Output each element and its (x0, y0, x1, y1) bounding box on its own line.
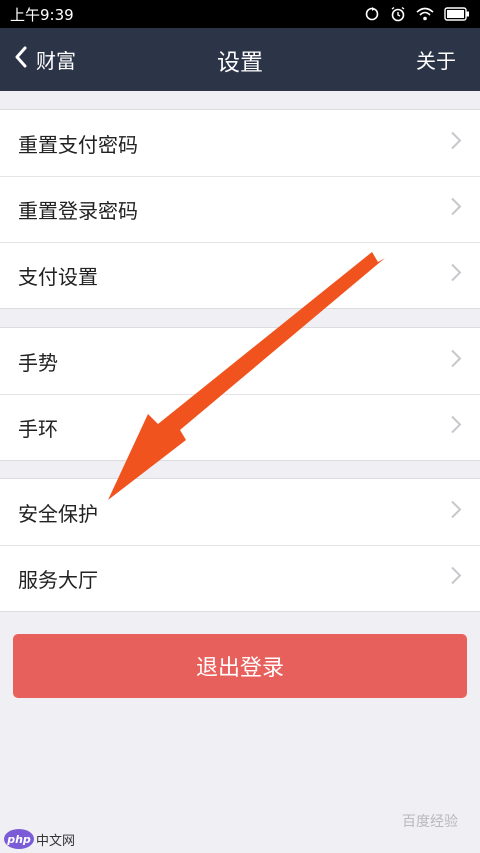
list-item[interactable]: 手环 (0, 394, 480, 460)
list-item[interactable]: 重置登录密码 (0, 176, 480, 242)
chevron-right-icon (450, 263, 462, 288)
chevron-left-icon (14, 46, 28, 73)
settings-group-security: 安全保护 服务大厅 (0, 478, 480, 612)
status-time: 上午9:39 (10, 5, 74, 24)
chevron-right-icon (450, 415, 462, 440)
chevron-right-icon (450, 566, 462, 591)
settings-group-account: 重置支付密码 重置登录密码 支付设置 (0, 109, 480, 309)
chevron-right-icon (450, 197, 462, 222)
nav-bar: 财富 设置 关于 (0, 28, 480, 91)
list-item[interactable]: 手势 (0, 328, 480, 394)
alarm-icon (390, 6, 406, 22)
list-item[interactable]: 服务大厅 (0, 545, 480, 611)
list-item-label: 服务大厅 (18, 567, 98, 592)
chevron-right-icon (450, 349, 462, 374)
back-label: 财富 (36, 49, 76, 73)
php-logo: php (4, 829, 34, 849)
chevron-right-icon (450, 131, 462, 156)
watermark-baidu: 百度经验 (402, 814, 458, 830)
about-button[interactable]: 关于 (416, 28, 456, 91)
watermark-text: 中文网 (36, 833, 76, 849)
battery-icon (444, 7, 470, 21)
wifi-icon (416, 7, 434, 21)
list-item-label: 重置登录密码 (18, 198, 138, 223)
list-item-label: 手环 (18, 416, 58, 441)
list-item[interactable]: 支付设置 (0, 242, 480, 308)
watermark-php: php 中文网 (4, 829, 75, 849)
status-bar: 上午9:39 (0, 0, 480, 28)
logout-button[interactable]: 退出登录 (13, 634, 467, 698)
list-item-label: 支付设置 (18, 264, 98, 289)
sync-icon (364, 6, 380, 22)
list-item[interactable]: 重置支付密码 (0, 110, 480, 176)
list-item[interactable]: 安全保护 (0, 479, 480, 545)
list-item-label: 重置支付密码 (18, 132, 138, 157)
chevron-right-icon (450, 500, 462, 525)
list-item-label: 安全保护 (18, 501, 98, 526)
status-icons (364, 6, 470, 22)
back-button[interactable]: 财富 (14, 28, 76, 91)
settings-group-gesture: 手势 手环 (0, 327, 480, 461)
list-item-label: 手势 (18, 350, 58, 375)
